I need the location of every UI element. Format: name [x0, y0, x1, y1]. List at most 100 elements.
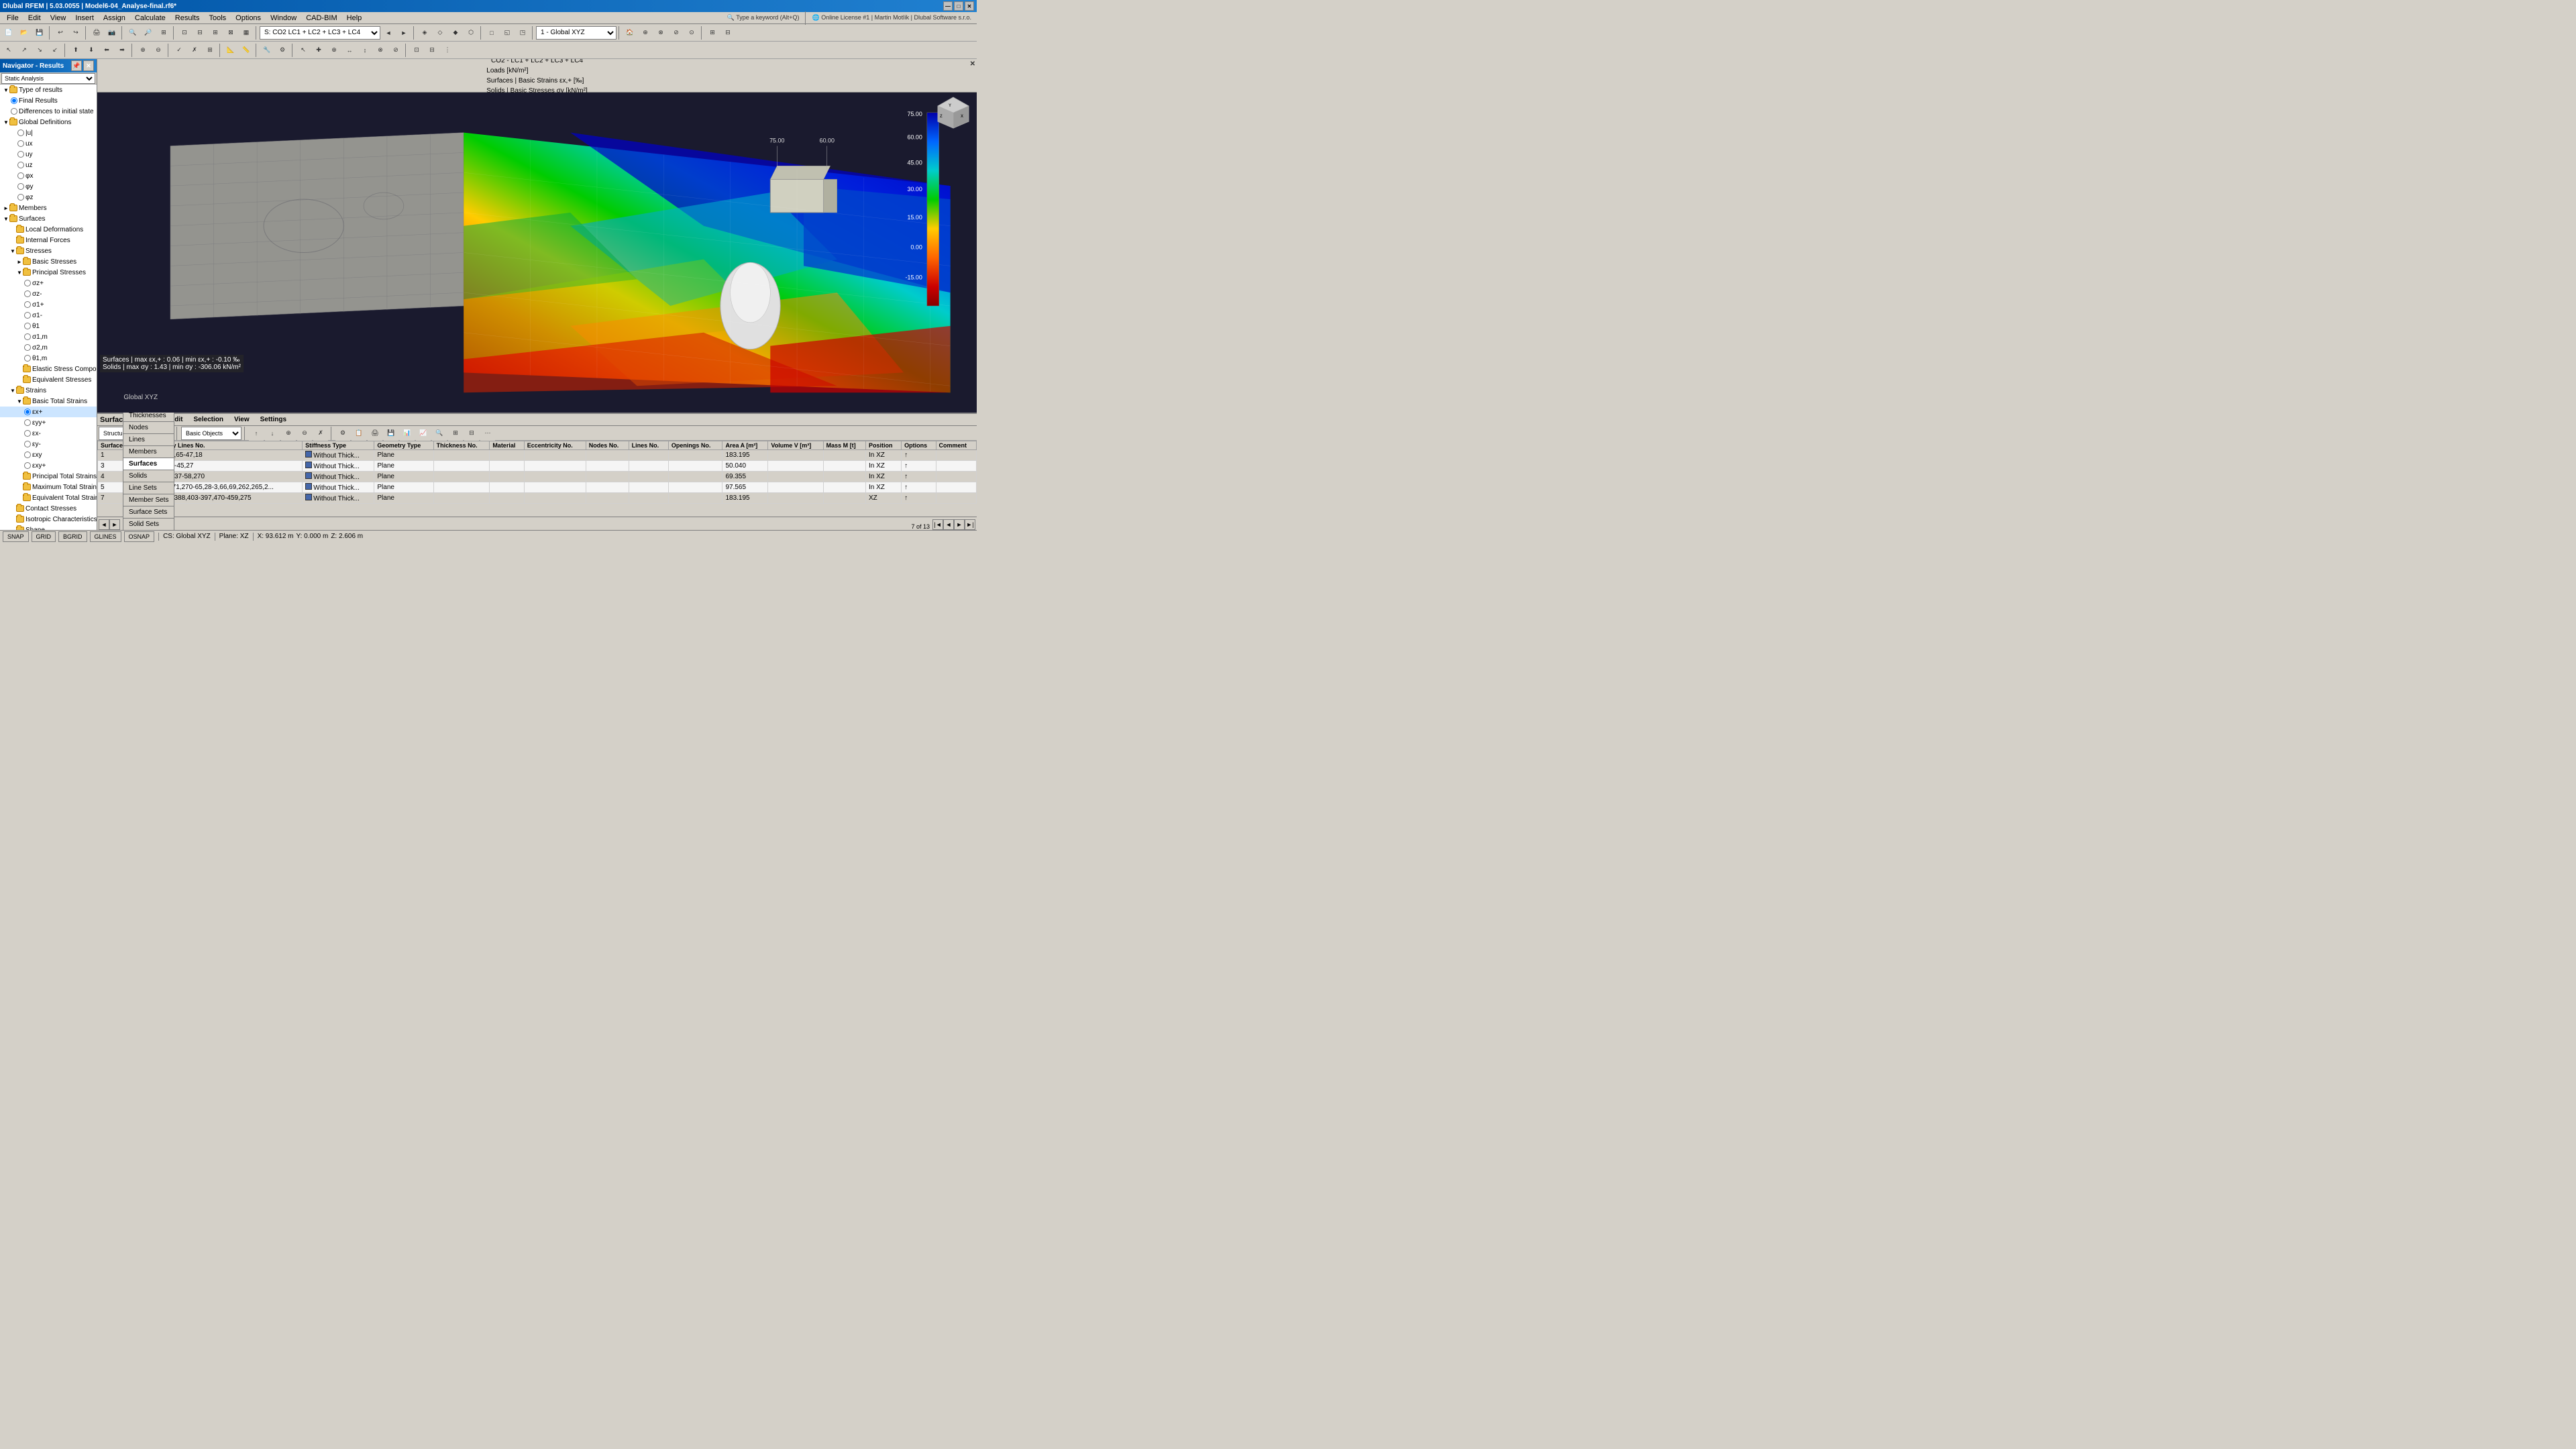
tb2-snap1[interactable]: ⊡	[409, 43, 424, 58]
tb-lc-next[interactable]: ►	[396, 25, 411, 40]
tb-axes1[interactable]: 🏠	[623, 25, 637, 40]
page-first[interactable]: |◄	[932, 519, 943, 530]
tb2-17[interactable]: ⚙	[275, 43, 290, 58]
tb2-9[interactable]: ⊕	[136, 43, 150, 58]
view-combo[interactable]: 1 - Global XYZ	[536, 26, 616, 40]
tb-r-9[interactable]: 💾	[384, 426, 398, 441]
col-nodes[interactable]: Nodes No.	[586, 441, 629, 450]
tb-mesh[interactable]: ⊞	[705, 25, 720, 40]
ey-minus-radio[interactable]	[24, 441, 31, 447]
tb2-1[interactable]: ↖	[1, 43, 16, 58]
tb2-snap3[interactable]: ⋮	[440, 43, 455, 58]
table-row[interactable]: 51,2,14,271,270-65,28-3,66,69,262,265,2.…	[98, 482, 977, 493]
nav-members-group[interactable]: ► Members	[0, 203, 97, 213]
tb2-3[interactable]: ↘	[32, 43, 47, 58]
tb-redo[interactable]: ↪	[68, 25, 83, 40]
eyy-plus-radio[interactable]	[24, 419, 31, 426]
tb-r-5[interactable]: ✗	[313, 426, 328, 441]
tab-surfaces[interactable]: Surfaces	[123, 458, 174, 470]
tb2-cursor7[interactable]: ⊘	[388, 43, 403, 58]
tb-r-1[interactable]: ↑	[249, 426, 264, 441]
phiy-radio[interactable]	[17, 183, 24, 190]
tb-r-2[interactable]: ↓	[265, 426, 280, 441]
nav-uz[interactable]: uz	[0, 160, 97, 170]
ex-minus-radio[interactable]	[24, 430, 31, 437]
minimize-button[interactable]: —	[943, 1, 953, 11]
tb2-5[interactable]: ⬆	[68, 43, 83, 58]
tb-r-13[interactable]: ⊞	[448, 426, 463, 441]
tb-r-12[interactable]: 🔍	[432, 426, 447, 441]
table-row[interactable]: 319-26,36-45,27Without Thick...Plane50.0…	[98, 461, 977, 472]
nav-equiv-stresses[interactable]: Equivalent Stresses	[0, 374, 97, 385]
col-stiffness[interactable]: Stiffness Type	[303, 441, 374, 450]
nav-ey-minus[interactable]: εy-	[0, 439, 97, 449]
tb-axes4[interactable]: ⊘	[669, 25, 684, 40]
tb2-6[interactable]: ⬇	[84, 43, 99, 58]
nav-s1-plus[interactable]: σ1+	[0, 299, 97, 310]
tb-render2[interactable]: ◇	[433, 25, 447, 40]
tab-solid-sets[interactable]: Solid Sets	[123, 518, 174, 530]
nav-sz-minus[interactable]: σz-	[0, 288, 97, 299]
tb-btn-3[interactable]: ⊞	[208, 25, 223, 40]
menu-edit[interactable]: Edit	[24, 13, 45, 23]
tb2-snap2[interactable]: ⊟	[425, 43, 439, 58]
s1-plus-radio[interactable]	[24, 301, 31, 308]
glines-btn[interactable]: GLINES	[90, 531, 121, 542]
col-volume[interactable]: Volume V [m³]	[768, 441, 823, 450]
tb2-cursor5[interactable]: ↕	[358, 43, 372, 58]
col-options[interactable]: Options	[902, 441, 936, 450]
uz-radio[interactable]	[17, 162, 24, 168]
nav-stresses[interactable]: ▼ Stresses	[0, 246, 97, 256]
tb-r-3[interactable]: ⊕	[281, 426, 296, 441]
tb-r-11[interactable]: 📈	[416, 426, 431, 441]
menu-assign[interactable]: Assign	[99, 13, 129, 23]
tb2-cursor1[interactable]: ↖	[296, 43, 311, 58]
tb-btn-5[interactable]: ▦	[239, 25, 254, 40]
col-eccentricity[interactable]: Eccentricity No.	[524, 441, 586, 450]
nav-uy[interactable]: uy	[0, 149, 97, 160]
nav-shape[interactable]: Shape	[0, 525, 97, 530]
tb-undo[interactable]: ↩	[53, 25, 68, 40]
menu-insert[interactable]: Insert	[71, 13, 98, 23]
tb2-cursor4[interactable]: ↔	[342, 43, 357, 58]
menu-help[interactable]: Help	[343, 13, 366, 23]
nav-principal-strains[interactable]: Principal Total Strains	[0, 471, 97, 482]
nav-s1-minus[interactable]: σ1-	[0, 310, 97, 321]
phiz-radio[interactable]	[17, 194, 24, 201]
nav-differences[interactable]: Differences to initial state	[0, 106, 97, 117]
tb-r-8[interactable]: 🖨	[368, 426, 382, 441]
tb2-cursor2[interactable]: ✚	[311, 43, 326, 58]
nav-phiz[interactable]: φz	[0, 192, 97, 203]
tb2-12[interactable]: ✗	[187, 43, 202, 58]
nav-phix[interactable]: φx	[0, 170, 97, 181]
nav-equiv-strains[interactable]: Equivalent Total Strains	[0, 492, 97, 503]
tab-nodes[interactable]: Nodes	[123, 421, 174, 433]
tb2-7[interactable]: ⬅	[99, 43, 114, 58]
lc-combo[interactable]: S: CO2 LC1 + LC2 + LC3 + LC4	[260, 26, 380, 40]
menu-view[interactable]: View	[46, 13, 70, 23]
nav-surfaces-group[interactable]: ▼ Surfaces	[0, 213, 97, 224]
nav-max-strains[interactable]: Maximum Total Strains	[0, 482, 97, 492]
theta1m-radio[interactable]	[24, 355, 31, 362]
theta1-radio[interactable]	[24, 323, 31, 329]
phix-radio[interactable]	[17, 172, 24, 179]
sz-minus-radio[interactable]	[24, 290, 31, 297]
ux-radio[interactable]	[17, 140, 24, 147]
nav-close[interactable]: ✕	[83, 60, 94, 71]
tb-r-14[interactable]: ⊟	[464, 426, 479, 441]
nav-s1m[interactable]: σ1,m	[0, 331, 97, 342]
differences-radio[interactable]	[11, 108, 17, 115]
snap-btn[interactable]: SNAP	[3, 531, 29, 542]
nav-type-of-results[interactable]: ▼ Type of results	[0, 85, 97, 95]
tb-screenshot[interactable]: 📷	[105, 25, 119, 40]
tab-members[interactable]: Members	[123, 445, 174, 458]
tb-btn-4[interactable]: ⊠	[223, 25, 238, 40]
tb-axes2[interactable]: ⊕	[638, 25, 653, 40]
tb-view3[interactable]: ◳	[515, 25, 530, 40]
nav-s2m[interactable]: σ2,m	[0, 342, 97, 353]
tb-view1[interactable]: □	[484, 25, 499, 40]
nav-local-def[interactable]: Local Deformations	[0, 224, 97, 235]
tb2-10[interactable]: ⊖	[151, 43, 166, 58]
nav-ux[interactable]: ux	[0, 138, 97, 149]
basic-objects-filter[interactable]: Basic Objects	[181, 427, 241, 440]
